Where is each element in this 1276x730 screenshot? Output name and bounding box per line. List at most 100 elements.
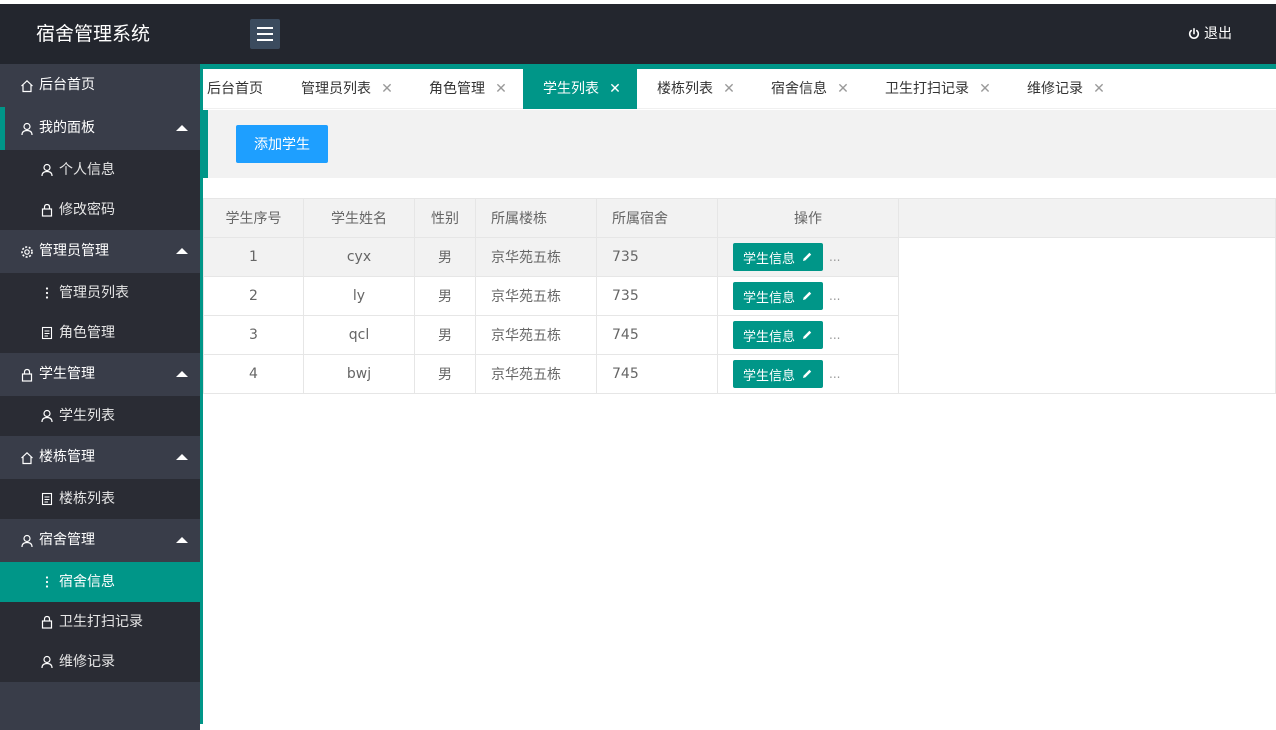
more-vertical-icon bbox=[40, 286, 54, 300]
user-icon bbox=[40, 409, 54, 423]
close-icon[interactable]: ✕ bbox=[609, 81, 621, 97]
cell-room: 745 bbox=[596, 315, 718, 355]
column-header[interactable]: 学生序号 bbox=[203, 198, 304, 238]
more-dots: ... bbox=[829, 289, 841, 303]
cell-actions: 学生信息 ... bbox=[717, 237, 899, 277]
column-filler bbox=[898, 198, 1276, 238]
cell-room: 745 bbox=[596, 354, 718, 394]
sidebar-submenu: 管理员列表 角色管理 bbox=[0, 273, 200, 353]
sidebar-item-admin-list[interactable]: 管理员列表 bbox=[0, 273, 200, 313]
student-info-button[interactable]: 学生信息 bbox=[733, 243, 824, 271]
tab-repair-records[interactable]: 维修记录 ✕ bbox=[1007, 69, 1121, 109]
table-row[interactable]: 3 qcl 男 京华苑五栋 745 学生信息 ... bbox=[203, 315, 1276, 355]
sidebar-group-buildings[interactable]: 楼栋管理 bbox=[0, 436, 200, 479]
column-header[interactable]: 所属楼栋 bbox=[475, 198, 597, 238]
sidebar-item-building-list[interactable]: 楼栋列表 bbox=[0, 479, 200, 519]
sidebar-item-label: 学生列表 bbox=[59, 408, 115, 424]
cell-sex: 男 bbox=[414, 276, 476, 316]
sidebar-item-label: 楼栋列表 bbox=[59, 491, 115, 507]
pencil-icon bbox=[803, 369, 812, 378]
student-table: 学生序号 学生姓名 性别 所属楼栋 所属宿舍 操作 1 cyx 男 京华苑五栋 … bbox=[203, 198, 1276, 394]
tab-student-list[interactable]: 学生列表 ✕ bbox=[523, 69, 637, 109]
more-dots: ... bbox=[829, 328, 841, 342]
cell-actions: 学生信息 ... bbox=[717, 315, 899, 355]
student-info-label: 学生信息 bbox=[743, 367, 796, 383]
cell-building: 京华苑五栋 bbox=[475, 276, 597, 316]
close-icon[interactable]: ✕ bbox=[979, 81, 991, 97]
student-info-button[interactable]: 学生信息 bbox=[733, 360, 824, 388]
gear-icon bbox=[20, 245, 34, 259]
sidebar-group-students[interactable]: 学生管理 bbox=[0, 353, 200, 396]
row-filler bbox=[898, 276, 1276, 316]
tab-label: 管理员列表 bbox=[301, 81, 371, 97]
column-header[interactable]: 性别 bbox=[414, 198, 476, 238]
column-header[interactable]: 所属宿舍 bbox=[596, 198, 718, 238]
cell-sex: 男 bbox=[414, 315, 476, 355]
menu-toggle-button[interactable] bbox=[250, 19, 280, 49]
pencil-icon bbox=[803, 252, 812, 261]
cell-name: ly bbox=[303, 276, 415, 316]
caret-up-icon bbox=[176, 537, 188, 543]
add-student-button[interactable]: 添加学生 bbox=[236, 125, 328, 163]
table-header-row: 学生序号 学生姓名 性别 所属楼栋 所属宿舍 操作 bbox=[203, 198, 1276, 238]
table-row[interactable]: 4 bwj 男 京华苑五栋 745 学生信息 ... bbox=[203, 354, 1276, 394]
sidebar-submenu: 个人信息 修改密码 bbox=[0, 150, 200, 230]
row-filler bbox=[898, 237, 1276, 277]
more-dots: ... bbox=[829, 367, 841, 381]
sidebar-group-label: 我的面板 bbox=[39, 120, 95, 136]
table-row[interactable]: 2 ly 男 京华苑五栋 735 学生信息 ... bbox=[203, 276, 1276, 316]
tab-building-list[interactable]: 楼栋列表 ✕ bbox=[637, 69, 751, 109]
cell-building: 京华苑五栋 bbox=[475, 237, 597, 277]
tab-dorm-info[interactable]: 宿舍信息 ✕ bbox=[751, 69, 865, 109]
sidebar-item-change-password[interactable]: 修改密码 bbox=[0, 190, 200, 230]
column-header[interactable]: 学生姓名 bbox=[303, 198, 415, 238]
pencil-icon bbox=[803, 330, 812, 339]
column-header: 操作 bbox=[717, 198, 899, 238]
row-filler bbox=[898, 315, 1276, 355]
close-icon[interactable]: ✕ bbox=[381, 81, 393, 97]
student-info-button[interactable]: 学生信息 bbox=[733, 321, 824, 349]
lock-icon bbox=[40, 203, 54, 217]
tab-label: 学生列表 bbox=[543, 81, 599, 97]
tab-label: 卫生打扫记录 bbox=[885, 81, 969, 97]
student-info-button[interactable]: 学生信息 bbox=[733, 282, 824, 310]
sidebar-group-my-panel[interactable]: 我的面板 bbox=[0, 107, 200, 150]
sidebar-item-label: 维修记录 bbox=[59, 654, 115, 670]
user-icon bbox=[20, 534, 34, 548]
sidebar-item-dorm-info[interactable]: 宿舍信息 bbox=[0, 562, 200, 602]
sidebar-group-admin[interactable]: 管理员管理 bbox=[0, 230, 200, 273]
sidebar-item-label: 管理员列表 bbox=[59, 285, 129, 301]
tab-admin-list[interactable]: 管理员列表 ✕ bbox=[281, 69, 409, 109]
tab-home[interactable]: 后台首页 bbox=[203, 69, 281, 109]
sidebar-item-label: 宿舍信息 bbox=[59, 574, 115, 590]
pencil-icon bbox=[803, 291, 812, 300]
sidebar-item-student-list[interactable]: 学生列表 bbox=[0, 396, 200, 436]
caret-up-icon bbox=[176, 454, 188, 460]
close-icon[interactable]: ✕ bbox=[1093, 81, 1105, 97]
logout-label: 退出 bbox=[1204, 26, 1232, 42]
cell-sex: 男 bbox=[414, 237, 476, 277]
close-icon[interactable]: ✕ bbox=[837, 81, 849, 97]
close-icon[interactable]: ✕ bbox=[723, 81, 735, 97]
user-icon bbox=[40, 163, 54, 177]
cell-num: 3 bbox=[203, 315, 304, 355]
sidebar-submenu: 宿舍信息 卫生打扫记录 维修记录 bbox=[0, 562, 200, 682]
student-info-label: 学生信息 bbox=[743, 250, 796, 266]
cell-name: bwj bbox=[303, 354, 415, 394]
close-icon[interactable]: ✕ bbox=[495, 81, 507, 97]
logout-button[interactable]: 退出 bbox=[1188, 4, 1232, 64]
sidebar-item-repair-records[interactable]: 维修记录 bbox=[0, 642, 200, 682]
sidebar-item-home[interactable]: 后台首页 bbox=[0, 64, 200, 107]
cell-actions: 学生信息 ... bbox=[717, 276, 899, 316]
tab-role-management[interactable]: 角色管理 ✕ bbox=[409, 69, 523, 109]
sidebar-group-dorms[interactable]: 宿舍管理 bbox=[0, 519, 200, 562]
cell-sex: 男 bbox=[414, 354, 476, 394]
sidebar-item-profile[interactable]: 个人信息 bbox=[0, 150, 200, 190]
document-icon bbox=[40, 492, 54, 506]
tab-cleaning-records[interactable]: 卫生打扫记录 ✕ bbox=[865, 69, 1007, 109]
sidebar-item-role-management[interactable]: 角色管理 bbox=[0, 313, 200, 353]
cell-building: 京华苑五栋 bbox=[475, 354, 597, 394]
student-info-label: 学生信息 bbox=[743, 328, 796, 344]
sidebar-item-cleaning-records[interactable]: 卫生打扫记录 bbox=[0, 602, 200, 642]
table-row[interactable]: 1 cyx 男 京华苑五栋 735 学生信息 ... bbox=[203, 237, 1276, 277]
